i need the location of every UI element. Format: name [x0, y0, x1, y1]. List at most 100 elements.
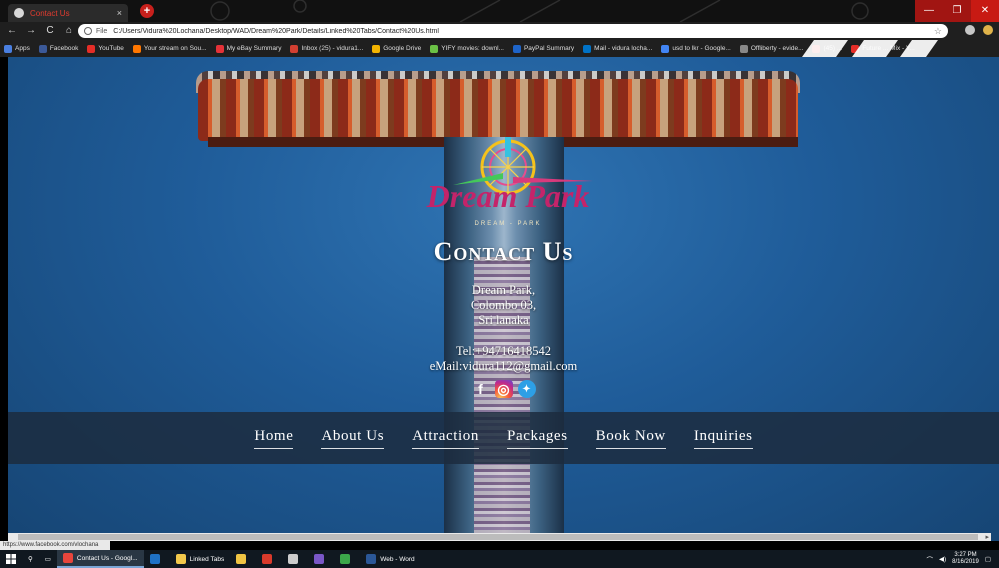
time-text: 3:27 PM — [954, 552, 977, 558]
bookmark-item[interactable]: Mail - vidura locha... — [583, 44, 653, 53]
app-icon — [175, 554, 186, 564]
phone-text: Tel:+94716418542 — [455, 344, 552, 358]
facebook-icon[interactable]: f — [472, 380, 490, 398]
home-icon[interactable]: ⌂ — [62, 24, 76, 38]
taskbar-app[interactable] — [334, 550, 360, 568]
notifications-icon[interactable]: ▢ — [985, 555, 991, 563]
horizontal-scrollbar[interactable]: ▸ — [8, 533, 991, 541]
search-icon[interactable]: ⚲ — [22, 550, 39, 568]
bookmark-favicon-icon — [290, 44, 299, 53]
extension-icon[interactable] — [965, 25, 975, 35]
minimize-button[interactable]: — — [915, 0, 943, 22]
forward-arrow-icon[interactable]: → — [24, 24, 38, 38]
address-line: Colombo 03, — [470, 298, 537, 312]
app-icon — [340, 554, 351, 564]
reload-icon[interactable]: C — [43, 24, 57, 38]
bookmark-item[interactable]: usd to lkr - Google... — [661, 44, 731, 53]
bookmark-favicon-icon — [87, 44, 96, 53]
network-icon[interactable]: ⌒ — [926, 554, 933, 564]
app-icon — [314, 554, 325, 564]
bookmark-item[interactable]: Inbox (25) - vidura1... — [290, 44, 363, 53]
taskbar-app[interactable] — [230, 550, 256, 568]
browser-chrome: Contact Us × + — ❐ ✕ ← → C ⌂ File C:/Use… — [0, 0, 999, 57]
bookmark-favicon-icon — [739, 44, 748, 53]
close-window-button[interactable]: ✕ — [971, 0, 999, 22]
taskbar-app[interactable] — [144, 550, 170, 568]
twitter-icon[interactable]: ✦ — [517, 380, 536, 398]
contact-section: Contact Us Dream Park, Colombo 03, Sri l… — [8, 237, 999, 398]
clock[interactable]: 3:27 PM 8/16/2019 — [952, 552, 979, 566]
tab-close-icon[interactable]: × — [117, 8, 122, 18]
bookmark-label: YouTube — [98, 45, 124, 52]
msi-wallpaper-logo — [802, 40, 938, 57]
bookmark-item[interactable]: Apps — [4, 44, 30, 53]
bookmark-label: Your stream on Sou... — [143, 45, 207, 52]
taskbar-app[interactable]: Web - Word — [360, 550, 420, 568]
bookmark-favicon-icon — [132, 44, 141, 53]
back-arrow-icon[interactable]: ← — [5, 24, 19, 38]
window-controls: — ❐ ✕ — [915, 0, 999, 22]
chrome-favicon-icon — [14, 8, 24, 18]
app-icon — [62, 553, 73, 563]
taskbar-app[interactable] — [308, 550, 334, 568]
profile-icon[interactable] — [983, 25, 993, 35]
bookmark-favicon-icon — [215, 44, 224, 53]
bookmark-item[interactable]: Facebook — [38, 44, 79, 53]
bookmark-label: Offliberty - evide... — [750, 45, 804, 52]
app-icon — [262, 554, 273, 564]
nav-book-now[interactable]: Book Now — [595, 428, 666, 449]
bookmark-item[interactable]: Google Drive — [372, 44, 422, 53]
bookmark-label: Mail - vidura locha... — [594, 45, 653, 52]
bookmark-label: Google Drive — [383, 45, 422, 52]
taskbar-app[interactable]: Linked Tabs — [170, 550, 231, 568]
bookmark-item[interactable]: PayPal Summary — [512, 44, 575, 53]
volume-icon[interactable]: ◀) — [939, 555, 946, 563]
drop-tower-ride-image — [198, 79, 798, 141]
instagram-icon[interactable]: ◎ — [494, 380, 513, 398]
address-block: Dream Park, Colombo 03, Sri lanaka — [8, 283, 999, 328]
bookmark-label: PayPal Summary — [523, 45, 575, 52]
taskbar-app[interactable] — [256, 550, 282, 568]
app-icon — [366, 554, 377, 564]
scroll-right-arrow-icon[interactable]: ▸ — [985, 533, 989, 541]
new-tab-button[interactable]: + — [140, 4, 154, 18]
task-view-icon[interactable]: ▭ — [39, 550, 57, 568]
nav-home[interactable]: Home — [254, 428, 294, 449]
tabbar-decoration — [210, 0, 869, 22]
bookmark-item[interactable]: My eBay Summary — [215, 44, 282, 53]
bookmark-label: YIFY movies: downl... — [441, 45, 504, 52]
address-line: Dream Park, — [471, 283, 536, 297]
bookmark-label: Facebook — [49, 45, 79, 52]
bookmark-star-icon[interactable]: ☆ — [934, 26, 942, 37]
scrollbar-thumb[interactable] — [18, 534, 978, 540]
maximize-button[interactable]: ❐ — [943, 0, 971, 22]
app-icon — [288, 554, 299, 564]
social-links: f ◎ ✦ — [8, 380, 999, 398]
bookmark-favicon-icon — [661, 44, 670, 53]
address-toolbar: ← → C ⌂ File C:/Users/Vidura%20Lochana/D… — [0, 22, 999, 40]
bookmark-label: My eBay Summary — [226, 45, 282, 52]
bookmark-label: usd to lkr - Google... — [672, 45, 731, 52]
bookmark-favicon-icon — [583, 44, 592, 53]
logo-subtext: DREAM - PARK — [475, 221, 542, 227]
info-icon[interactable] — [84, 27, 92, 35]
bookmark-item[interactable]: YIFY movies: downl... — [430, 44, 504, 53]
address-bar[interactable]: File C:/Users/Vidura%20Lochana/Desktop/W… — [78, 24, 948, 38]
taskbar-app-label: Web - Word — [380, 555, 415, 563]
bookmark-item[interactable]: Offliberty - evide... — [739, 44, 804, 53]
email-text: eMail:vidura112@gmail.com — [429, 359, 578, 373]
nav-attraction[interactable]: Attraction — [412, 428, 480, 449]
url-text[interactable]: C:/Users/Vidura%20Lochana/Desktop/WAD/Dr… — [113, 28, 934, 35]
tab-title: Contact Us — [30, 8, 70, 18]
taskbar-app-label: Contact Us - Googl... — [76, 554, 138, 562]
taskbar-app[interactable]: Contact Us - Googl... — [56, 550, 144, 568]
bookmark-item[interactable]: Your stream on Sou... — [132, 44, 207, 53]
dream-park-logo: Dream Park DREAM - PARK — [426, 137, 593, 227]
nav-inquiries[interactable]: Inquiries — [693, 428, 753, 449]
bookmark-item[interactable]: YouTube — [87, 44, 124, 53]
taskbar-app[interactable] — [282, 550, 308, 568]
tab-contact-us[interactable]: Contact Us × — [8, 4, 128, 22]
windows-start-icon[interactable] — [0, 554, 22, 564]
nav-about-us[interactable]: About Us — [321, 428, 385, 449]
nav-packages[interactable]: Packages — [507, 428, 568, 449]
